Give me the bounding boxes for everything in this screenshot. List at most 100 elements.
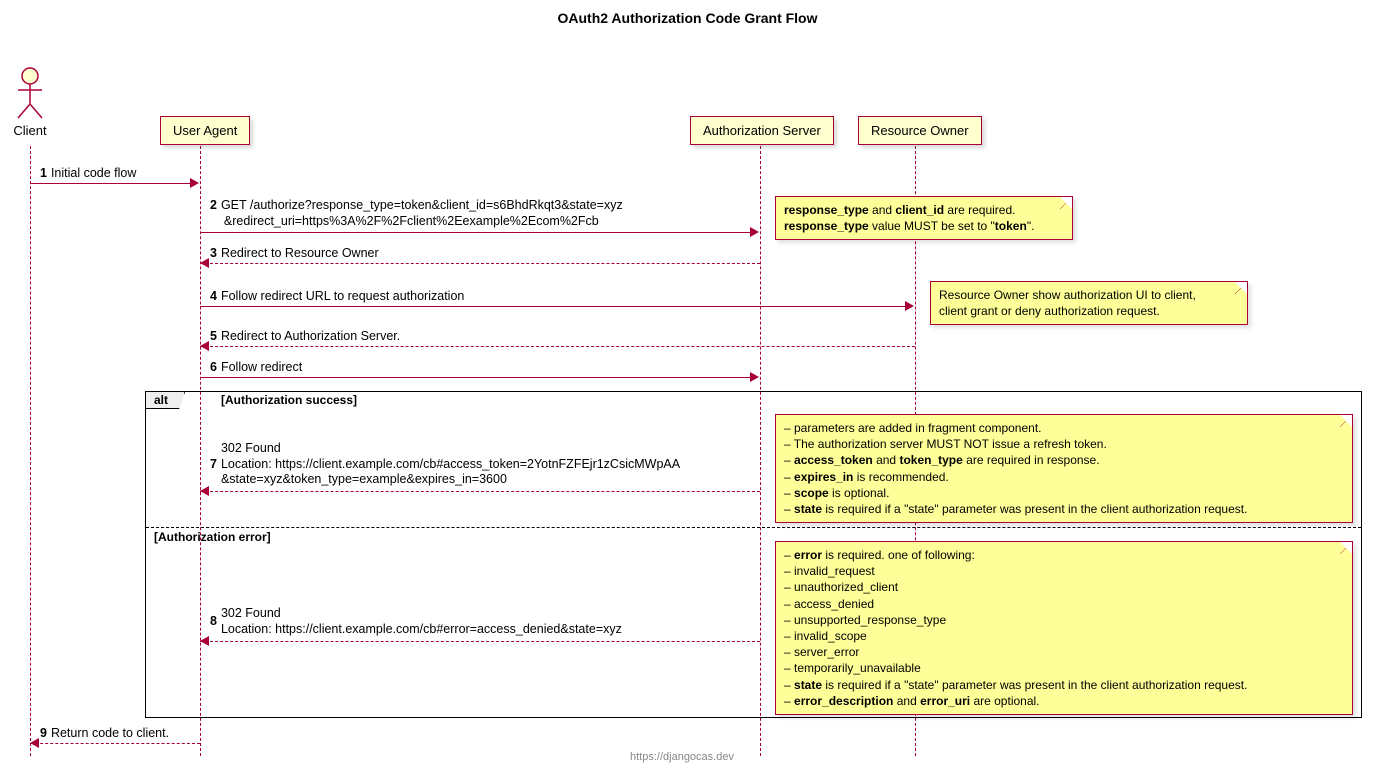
n1e: response_type [784,219,869,233]
n3l4a: – [784,470,794,484]
person-icon [10,66,50,121]
arrow-8-head [200,636,209,646]
lifeline-client [30,146,31,756]
n4l10b: error_description [794,694,893,708]
msg-7-l2: Location: https://client.example.com/cb#… [221,457,680,471]
msg-6-text: Follow redirect [221,360,302,374]
arrow-9 [30,743,200,744]
n4l9b: state [794,678,822,692]
arrow-1 [30,183,190,184]
n4l10a: – [784,694,794,708]
n3l3d: token_type [899,453,962,467]
note-success: – parameters are added in fragment compo… [775,414,1353,523]
n3l6b: state [794,502,822,516]
n4l4: – access_denied [784,597,874,611]
msg-2: 2GET /authorize?response_type=token&clie… [210,198,623,229]
msg-1-text: Initial code flow [51,166,136,180]
msg-5-text: Redirect to Authorization Server. [221,329,400,343]
n4l7: – server_error [784,645,859,659]
n3l3e: are required in response. [963,453,1100,467]
note-error: – error is required. one of following: –… [775,541,1353,715]
alt-divider [146,527,1361,528]
n1c: client_id [895,203,944,217]
n4l5: – unsupported_response_type [784,613,946,627]
actor-client-label: Client [10,123,50,138]
arrow-6 [200,377,750,378]
arrow-8 [200,641,760,642]
msg-3: 3Redirect to Resource Owner [210,246,379,262]
n3l6c: is required if a "state" parameter was p… [822,502,1247,516]
alt-label: alt [146,392,185,409]
n4l3: – unauthorized_client [784,580,898,594]
n3l5a: – [784,486,794,500]
msg-9: 9Return code to client. [40,726,169,742]
n4l9c: is required if a "state" parameter was p… [822,678,1247,692]
n4l1a: – [784,548,794,562]
arrow-7-head [200,486,209,496]
n4l1b: error [794,548,822,562]
n3l5c: is optional. [829,486,890,500]
n4l8: – temporarily_unavailable [784,661,921,675]
arrow-2 [200,232,750,233]
msg-4: 4Follow redirect URL to request authoriz… [210,289,464,305]
msg-2-l1: GET /authorize?response_type=token&clien… [221,198,623,212]
arrow-4-head [905,301,914,311]
n3l6a: – [784,502,794,516]
sequence-diagram: Client User Agent Authorization Server R… [0,36,1375,756]
n1f: value MUST be set to " [869,219,995,233]
n1a: response_type [784,203,869,217]
n1d: are required. [944,203,1015,217]
arrow-9-head [30,738,39,748]
participant-auth-server: Authorization Server [690,116,834,145]
arrow-6-head [750,372,759,382]
n4l10d: error_uri [920,694,970,708]
msg-3-text: Redirect to Resource Owner [221,246,379,260]
arrow-5-head [200,341,209,351]
n3l3c: and [873,453,900,467]
msg-9-text: Return code to client. [51,726,169,740]
diagram-title: OAuth2 Authorization Code Grant Flow [0,0,1375,36]
alt-cond-success: [Authorization success] [221,393,357,407]
n3l4b: expires_in [794,470,853,484]
msg-4-text: Follow redirect URL to request authoriza… [221,289,464,303]
alt-cond-error: [Authorization error] [154,530,271,544]
arrow-3 [200,263,760,264]
arrow-4 [200,306,905,307]
n4l1c: is required. one of following: [822,548,975,562]
actor-client: Client [10,66,50,138]
n3l4c: is recommended. [853,470,948,484]
msg-1: 1Initial code flow [40,166,136,182]
msg-5: 5Redirect to Authorization Server. [210,329,400,345]
n1g: token [995,219,1027,233]
arrow-7 [200,491,760,492]
n4l9a: – [784,678,794,692]
msg-7: 7 302 Found Location: https://client.exa… [210,441,680,488]
msg-6: 6Follow redirect [210,360,302,376]
n2a: Resource Owner show authorization UI to … [939,288,1196,302]
n3l2: – The authorization server MUST NOT issu… [784,437,1107,451]
n1h: ". [1027,219,1035,233]
arrow-5 [200,346,915,347]
n4l6: – invalid_scope [784,629,867,643]
note-response-type: response_type and client_id are required… [775,196,1073,240]
n3l3b: access_token [794,453,873,467]
msg-7-l3: &state=xyz&token_type=example&expires_in… [221,472,507,486]
n3l1: – parameters are added in fragment compo… [784,421,1041,435]
n3l3a: – [784,453,794,467]
footer-link: https://djangocas.dev [630,751,734,763]
participant-user-agent: User Agent [160,116,250,145]
arrow-2-head [750,227,759,237]
msg-8-l2: Location: https://client.example.com/cb#… [221,622,622,636]
participant-resource-owner: Resource Owner [858,116,982,145]
n3l5b: scope [794,486,829,500]
msg-8-l1: 302 Found [221,606,281,620]
msg-8: 8 302 Found Location: https://client.exa… [210,606,622,637]
msg-2-l2: &redirect_uri=https%3A%2F%2Fclient%2Eexa… [220,214,598,228]
arrow-1-head [190,178,199,188]
note-resource-owner: Resource Owner show authorization UI to … [930,281,1248,325]
msg-7-l1: 302 Found [221,441,281,455]
n4l10e: are optional. [970,694,1039,708]
arrow-3-head [200,258,209,268]
n4l10c: and [893,694,920,708]
n4l2: – invalid_request [784,564,875,578]
